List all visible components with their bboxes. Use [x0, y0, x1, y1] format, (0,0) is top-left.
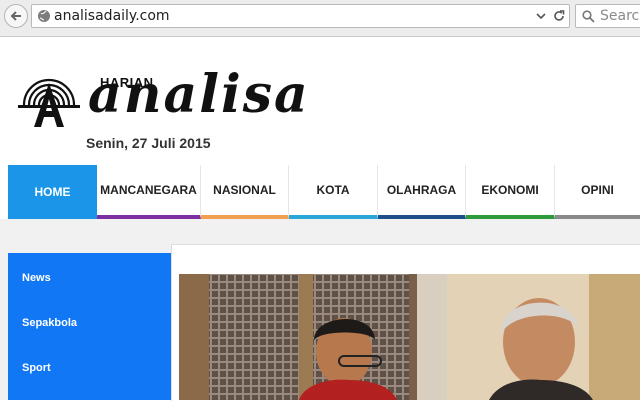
nav-label: OPINI	[581, 183, 614, 197]
browser-toolbar: analisadaily.com Search	[0, 0, 640, 37]
current-date: Senin, 27 Juli 2015	[86, 135, 211, 151]
sidebar-item-news[interactable]: News	[22, 272, 51, 284]
nav-item-mancanegara[interactable]: MANCANEGARA	[97, 165, 201, 219]
nav-item-nasional[interactable]: NASIONAL	[201, 165, 289, 219]
nav-label: MANCANEGARA	[100, 183, 197, 197]
dropdown-arrow-icon[interactable]	[536, 13, 546, 20]
analisa-logo-icon[interactable]	[16, 61, 82, 131]
nav-item-opini[interactable]: OPINI	[555, 165, 640, 219]
search-placeholder: Search	[600, 8, 640, 24]
nav-label: EKONOMI	[481, 183, 539, 197]
nav-item-home[interactable]: HOME	[8, 165, 97, 219]
url-text: analisadaily.com	[54, 8, 170, 24]
address-bar[interactable]: analisadaily.com	[31, 4, 570, 28]
search-icon	[582, 10, 595, 23]
nav-item-kota[interactable]: KOTA	[289, 165, 378, 219]
brand-wordmark[interactable]: analisa	[88, 69, 310, 121]
category-sidebar: News Sepakbola Sport	[8, 253, 171, 400]
globe-icon	[38, 10, 50, 22]
sidebar-item-sepakbola[interactable]: Sepakbola	[22, 317, 77, 329]
masthead: HARIAN analisa Senin, 27 Juli 2015	[0, 37, 640, 165]
main-nav: HOME MANCANEGARA NASIONAL KOTA OLAHRAGA …	[0, 165, 640, 219]
back-arrow-icon	[10, 11, 21, 21]
headline-photo[interactable]	[179, 274, 640, 400]
headline-image	[179, 274, 640, 400]
sidebar-item-sport[interactable]: Sport	[22, 362, 51, 374]
nav-item-olahraga[interactable]: OLAHRAGA	[378, 165, 466, 219]
reload-icon[interactable]	[552, 9, 566, 23]
nav-label: KOTA	[316, 183, 350, 197]
nav-label: NASIONAL	[213, 183, 276, 197]
nav-label: OLAHRAGA	[386, 183, 457, 197]
nav-label: HOME	[34, 185, 71, 199]
nav-item-ekonomi[interactable]: EKONOMI	[466, 165, 555, 219]
back-button[interactable]	[4, 4, 28, 28]
search-bar[interactable]: Search	[575, 4, 640, 28]
